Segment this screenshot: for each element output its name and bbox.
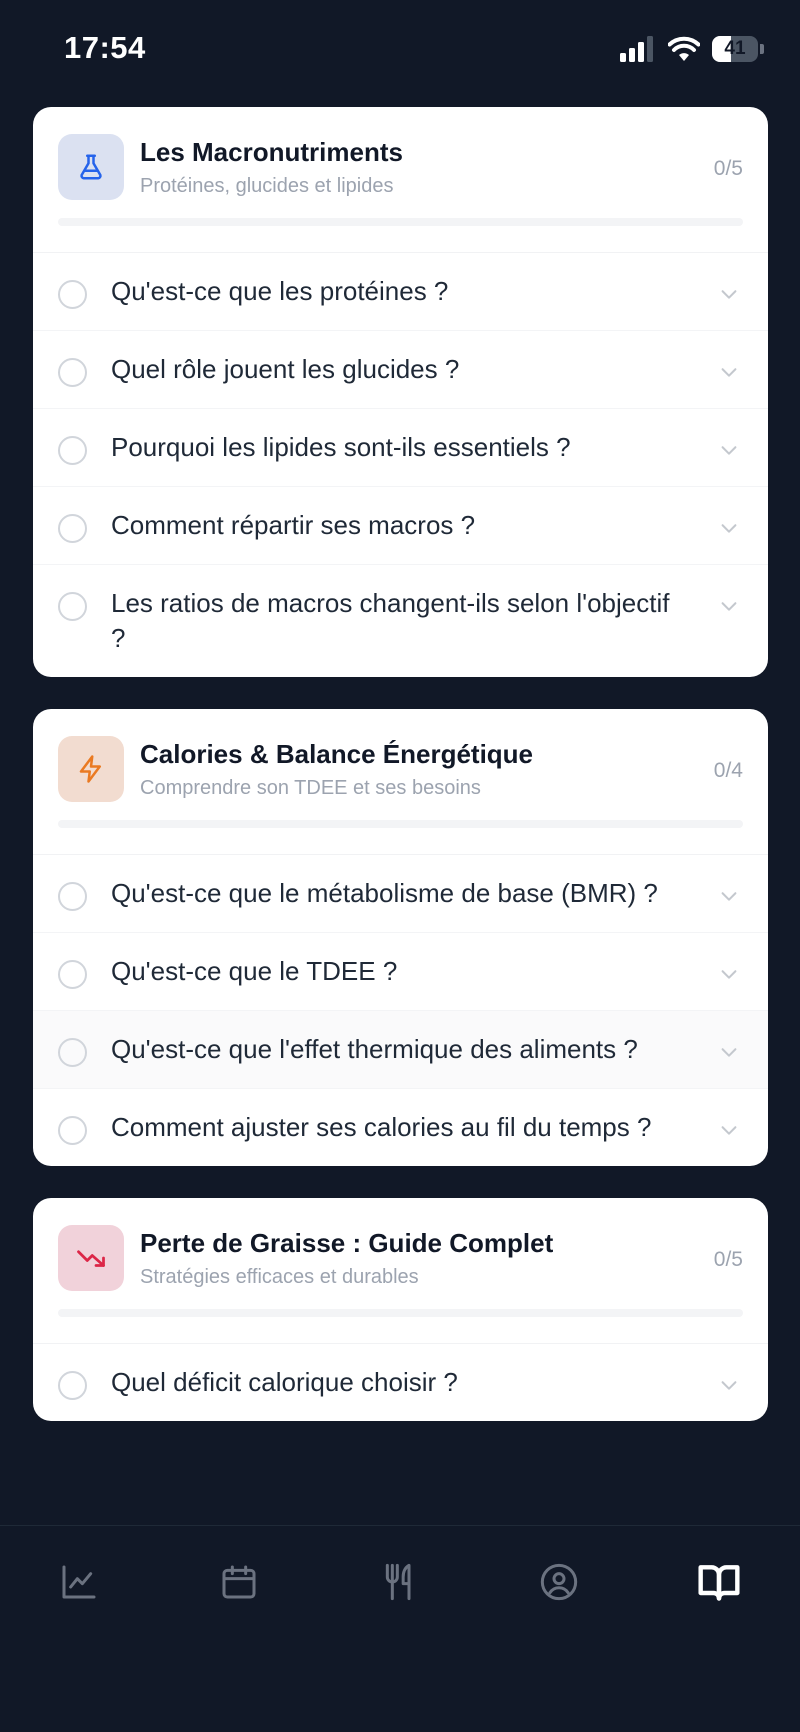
tab-meals[interactable] — [369, 1554, 429, 1614]
status-bar: 17:54 41 — [0, 0, 800, 100]
question-row[interactable]: Pourquoi les lipides sont-ils essentiels… — [33, 408, 768, 486]
question-text: Comment ajuster ses calories au fil du t… — [111, 1112, 652, 1142]
question-checkbox[interactable] — [58, 514, 87, 543]
question-checkbox[interactable] — [58, 1116, 87, 1145]
question-row[interactable]: Les ratios de macros changent-ils selon … — [33, 564, 768, 677]
category-subtitle: Stratégies efficaces et durables — [140, 1266, 419, 1288]
question-checkbox[interactable] — [58, 1371, 87, 1400]
category-title: Calories & Balance Énergétique — [140, 739, 534, 769]
question-text: Comment répartir ses macros ? — [111, 510, 476, 540]
chevron-down-icon[interactable] — [718, 885, 740, 907]
chevron-down-icon[interactable] — [718, 1041, 740, 1063]
question-checkbox[interactable] — [58, 592, 87, 621]
battery-icon: 41 — [712, 36, 758, 62]
category-card: Les Macronutriments Protéines, glucides e… — [33, 107, 768, 677]
battery-level: 41 — [724, 38, 746, 59]
trending-down-icon — [58, 1225, 124, 1291]
question-text: Qu'est-ce que le métabolisme de base (BM… — [111, 878, 658, 908]
user-circle-icon — [539, 1562, 579, 1607]
calendar-icon — [219, 1562, 259, 1607]
question-row[interactable]: Comment ajuster ses calories au fil du t… — [33, 1088, 768, 1166]
question-row[interactable]: Comment répartir ses macros ? — [33, 486, 768, 564]
fork-knife-icon — [379, 1562, 419, 1607]
question-checkbox[interactable] — [58, 882, 87, 911]
question-row[interactable]: Qu'est-ce que le métabolisme de base (BM… — [33, 855, 768, 932]
question-row[interactable]: Qu'est-ce que les protéines ? — [33, 253, 768, 330]
category-header[interactable]: Les Macronutriments Protéines, glucides e… — [33, 107, 768, 253]
question-text: Pourquoi les lipides sont-ils essentiels… — [111, 432, 571, 462]
cellular-signal-icon — [620, 36, 653, 62]
category-progress-bar — [58, 1309, 743, 1317]
question-checkbox[interactable] — [58, 1038, 87, 1067]
category-header[interactable]: Perte de Graisse : Guide Complet Stratégi… — [33, 1198, 768, 1344]
question-text: Qu'est-ce que le TDEE ? — [111, 956, 398, 986]
question-text: Qu'est-ce que l'effet thermique des alim… — [111, 1034, 638, 1064]
question-checkbox[interactable] — [58, 358, 87, 387]
tab-calendar[interactable] — [209, 1554, 269, 1614]
question-checkbox[interactable] — [58, 436, 87, 465]
tab-bar — [0, 1525, 800, 1732]
question-checkbox[interactable] — [58, 960, 87, 989]
chevron-down-icon[interactable] — [718, 439, 740, 461]
question-text: Les ratios de macros changent-ils selon … — [111, 588, 670, 653]
battery-tip — [760, 44, 764, 54]
status-icons: 41 — [620, 34, 764, 64]
question-row[interactable]: Qu'est-ce que le TDEE ? — [33, 932, 768, 1010]
category-subtitle: Protéines, glucides et lipides — [140, 175, 394, 197]
category-progress-count: 0/5 — [713, 157, 743, 180]
tab-profile[interactable] — [529, 1554, 589, 1614]
question-text: Quel rôle jouent les glucides ? — [111, 354, 460, 384]
question-checkbox[interactable] — [58, 280, 87, 309]
category-progress-count: 0/4 — [713, 759, 743, 782]
chevron-down-icon[interactable] — [718, 1119, 740, 1141]
chevron-down-icon[interactable] — [718, 283, 740, 305]
chevron-down-icon[interactable] — [718, 517, 740, 539]
category-card: Calories & Balance Énergétique Comprendre… — [33, 709, 768, 1166]
wifi-icon — [668, 36, 700, 61]
chart-line-icon — [59, 1562, 99, 1607]
bolt-icon — [58, 736, 124, 802]
category-progress-bar — [58, 218, 743, 226]
chevron-down-icon[interactable] — [718, 361, 740, 383]
question-text: Qu'est-ce que les protéines ? — [111, 276, 449, 306]
category-header[interactable]: Calories & Balance Énergétique Comprendre… — [33, 709, 768, 855]
question-row[interactable]: Quel déficit calorique choisir ? — [33, 1344, 768, 1421]
category-card: Perte de Graisse : Guide Complet Stratégi… — [33, 1198, 768, 1421]
category-title: Perte de Graisse : Guide Complet — [140, 1228, 554, 1258]
question-row[interactable]: Quel rôle jouent les glucides ? — [33, 330, 768, 408]
guide-content[interactable]: Les Macronutriments Protéines, glucides e… — [33, 107, 768, 1525]
category-progress-count: 0/5 — [713, 1248, 743, 1271]
category-progress-bar — [58, 820, 743, 828]
tab-guide[interactable] — [689, 1554, 749, 1614]
question-row[interactable]: Qu'est-ce que l'effet thermique des alim… — [33, 1010, 768, 1088]
tab-stats[interactable] — [49, 1554, 109, 1614]
chevron-down-icon[interactable] — [718, 1374, 740, 1396]
book-open-icon — [697, 1560, 741, 1609]
chevron-down-icon[interactable] — [718, 595, 740, 617]
category-title: Les Macronutriments — [140, 137, 403, 167]
question-text: Quel déficit calorique choisir ? — [111, 1367, 458, 1397]
category-subtitle: Comprendre son TDEE et ses besoins — [140, 777, 481, 799]
status-time: 17:54 — [64, 30, 146, 65]
chevron-down-icon[interactable] — [718, 963, 740, 985]
flask-icon — [58, 134, 124, 200]
